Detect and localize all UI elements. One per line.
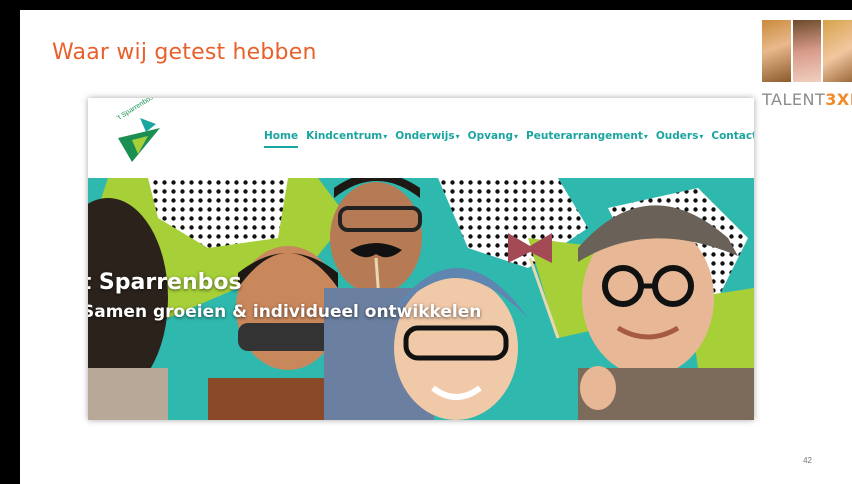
slide-title: Waar wij getest hebben: [52, 40, 317, 65]
sparrenbos-logo[interactable]: 't Sparrenbos: [110, 98, 165, 162]
nav-item-contact[interactable]: Contact: [707, 130, 754, 142]
hero-banner: 't Sparrenbos Samen groeien & individuee…: [88, 178, 754, 420]
nav-item-peuterarrangement[interactable]: Peuterarrangement▾: [522, 130, 652, 142]
nav-item-ouders-label: Ouders: [655, 130, 699, 142]
website-screenshot: 't Sparrenbos Home Kindcentrum▾ Onderwij…: [88, 98, 754, 420]
page-number: 42: [803, 456, 812, 465]
nav-item-kindcentrum[interactable]: Kindcentrum▾: [302, 130, 391, 142]
nav-item-contact-label: Contact: [711, 130, 754, 142]
site-header: 't Sparrenbos Home Kindcentrum▾ Onderwij…: [88, 98, 754, 178]
nav-item-onderwijs[interactable]: Onderwijs▾: [391, 130, 463, 142]
hero-illustration: [88, 178, 754, 420]
brand-text: TALENT3XL.N: [762, 90, 852, 109]
talent3xl-logo: TALENT3XL.N: [762, 20, 852, 120]
site-nav: Home Kindcentrum▾ Onderwijs▾ Opvang▾ Peu…: [260, 130, 754, 148]
chevron-down-icon: ▾: [514, 132, 519, 141]
nav-item-opvang-label: Opvang: [467, 130, 514, 142]
chevron-down-icon: ▾: [643, 132, 648, 141]
nav-item-home[interactable]: Home: [260, 130, 302, 148]
chevron-down-icon: ▾: [383, 132, 388, 141]
brand-photo-child-1: [762, 20, 791, 82]
brand-text-prefix: TALENT: [762, 90, 826, 109]
chevron-down-icon: ▾: [455, 132, 460, 141]
brand-text-accent: 3XL: [825, 90, 852, 109]
brand-photo-child-3: [823, 20, 852, 82]
nav-item-onderwijs-label: Onderwijs: [395, 130, 455, 142]
hero-subtitle: Samen groeien & individueel ontwikkelen: [88, 302, 482, 322]
brand-photo-child-2: [792, 20, 822, 82]
slide: Waar wij getest hebben TALENT3XL.N 't Sp…: [20, 10, 852, 484]
chevron-down-icon: ▾: [699, 132, 704, 141]
hero-title: 't Sparrenbos: [88, 270, 242, 295]
nav-item-kindcentrum-label: Kindcentrum: [306, 130, 383, 142]
nav-item-opvang[interactable]: Opvang▾: [464, 130, 522, 142]
nav-item-home-label: Home: [264, 130, 299, 142]
brand-photo-strip: [762, 20, 852, 82]
nav-item-ouders[interactable]: Ouders▾: [652, 130, 707, 142]
nav-item-peuterarrangement-label: Peuterarrangement: [526, 130, 643, 142]
